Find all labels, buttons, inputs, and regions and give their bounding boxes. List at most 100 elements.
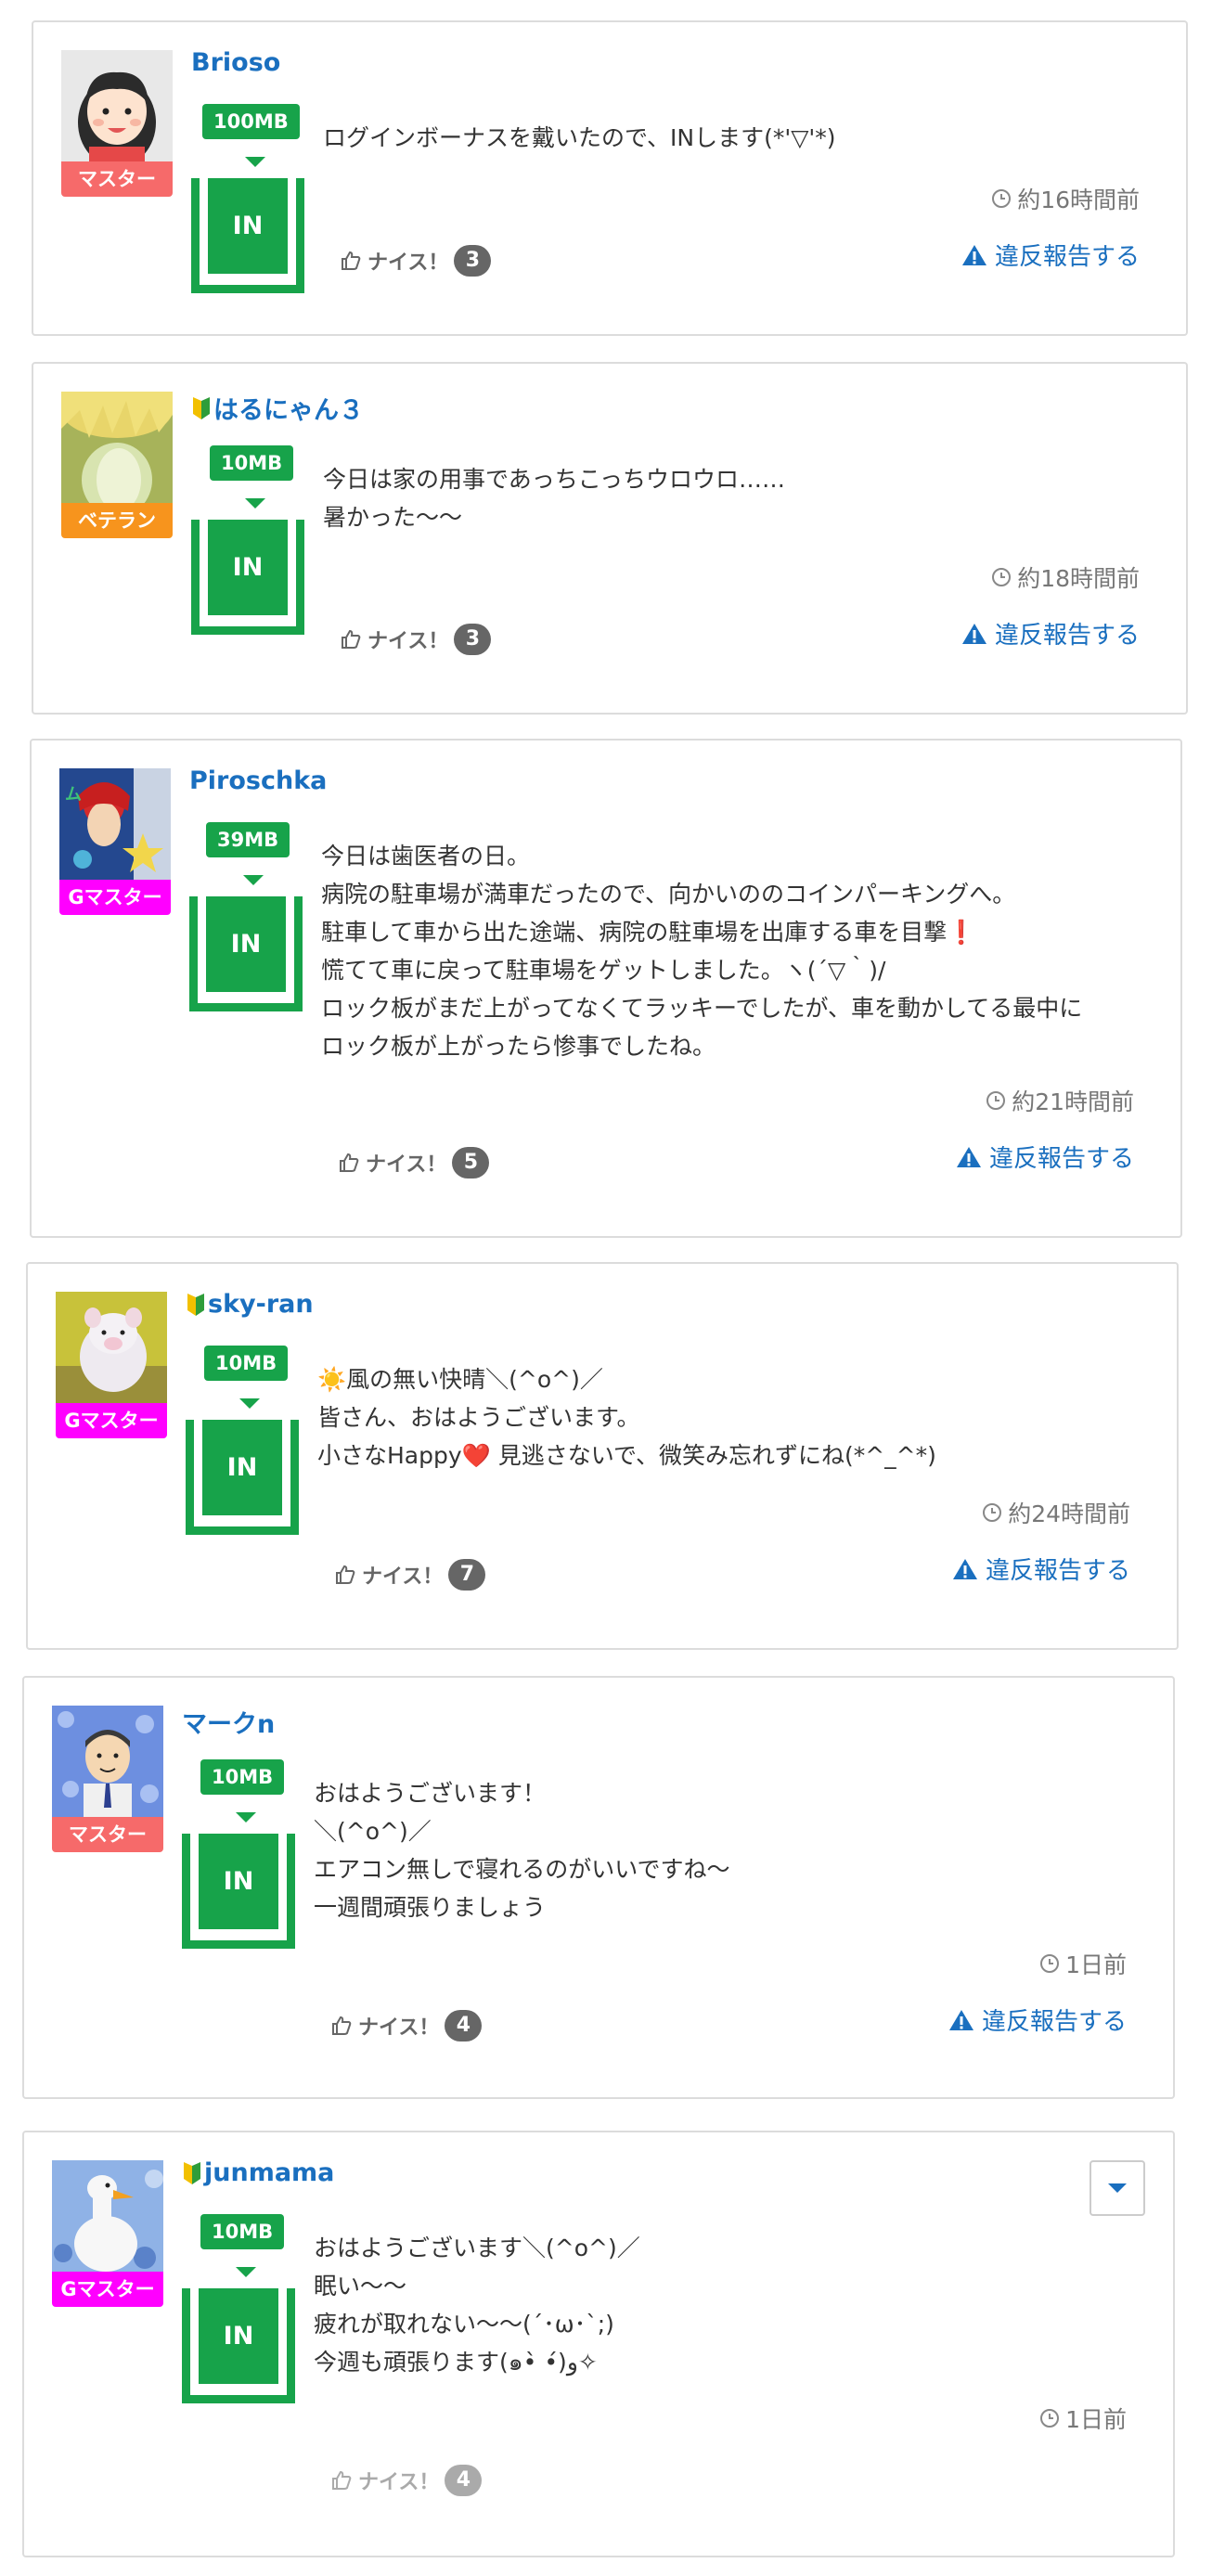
warning-icon [956, 1146, 981, 1167]
message-line: ロック板が上がったら惨事でしたね。 [321, 1033, 716, 1060]
avatar[interactable]: Gマスター [56, 1292, 167, 1438]
timestamp: 約21時間前 [986, 1084, 1134, 1117]
in-label: IN [208, 178, 288, 274]
post-card: Gマスター junmama 10MB IN おはようございます＼(^o^)／ 眠… [22, 2131, 1175, 2557]
warning-icon [948, 2009, 973, 2030]
user-name-text[interactable]: junmama [204, 2158, 334, 2187]
nice-button[interactable]: ナイス！ 3 [340, 624, 492, 655]
in-label: IN [199, 1834, 278, 1929]
user-name-text[interactable]: マークn [182, 1704, 275, 1740]
rank-badge: マスター [52, 1817, 163, 1852]
in-status: IN [182, 1834, 295, 1949]
report-link[interactable]: 違反報告する [961, 238, 1140, 272]
user-name[interactable]: Piroschka [189, 766, 327, 795]
message-line: ☀️風の無い快晴＼(^o^)／ [317, 1366, 603, 1393]
message-line: 小さなHappy❤️ 見逃さないで、微笑み忘れずにね(*^_^*) [317, 1442, 936, 1469]
rank-badge: ベテラン [61, 503, 173, 538]
time-text: 約18時間前 [1017, 565, 1140, 592]
timestamp: 約18時間前 [991, 560, 1140, 594]
user-name-text[interactable]: Brioso [191, 48, 280, 77]
options-dropdown-button[interactable] [1090, 2160, 1145, 2216]
thumbs-up-icon [342, 251, 361, 270]
avatar[interactable]: マスター [61, 50, 173, 197]
user-name[interactable]: junmama [182, 2158, 334, 2187]
time-text: 約24時間前 [1008, 1501, 1130, 1527]
down-arrow-icon [245, 157, 265, 167]
nice-count: 3 [454, 245, 492, 277]
rank-badge: Gマスター [56, 1403, 167, 1438]
time-text: 1日前 [1065, 1951, 1127, 1978]
report-link[interactable]: 違反報告する [961, 616, 1140, 650]
nice-label: ナイス！ [362, 1565, 444, 1589]
avatar[interactable]: マスター [52, 1706, 163, 1852]
message-line: ログインボーナスを戴いたので、INします(*'▽'*) [323, 124, 836, 151]
in-status: IN [186, 1420, 299, 1535]
message-line: ＼(^o^)／ [314, 1818, 432, 1845]
message-line: 一週間頑張りましょう [314, 1894, 547, 1921]
rank-badge: Gマスター [59, 880, 171, 915]
warning-icon [952, 1558, 977, 1579]
in-label: IN [208, 520, 288, 615]
thumbs-up-icon [332, 2470, 352, 2490]
warning-icon [961, 623, 986, 644]
avatar[interactable]: ム Gマスター [59, 768, 171, 915]
user-name-text[interactable]: はるにゃん３ [213, 390, 364, 426]
nice-button[interactable]: ナイス！ 4 [330, 2010, 483, 2041]
time-text: 約21時間前 [1012, 1088, 1134, 1115]
message-line: ロック板がまだ上がってなくてラッキーでしたが、車を動かしてる最中に [321, 995, 1083, 1022]
post-card: マスター マークn 10MB IN おはようございます！ ＼(^o^)／ エアコ… [22, 1676, 1175, 2099]
nice-button[interactable]: ナイス！ 7 [334, 1559, 486, 1591]
post-card: Gマスター sky-ran 10MB IN ☀️風の無い快晴＼(^o^)／ 皆さ… [26, 1262, 1179, 1650]
mb-badge: 10MB [200, 2214, 285, 2249]
user-name[interactable]: Brioso [191, 48, 280, 77]
mb-badge: 10MB [200, 1759, 285, 1795]
in-label: IN [206, 896, 286, 992]
user-name[interactable]: マークn [182, 1704, 275, 1740]
report-label[interactable]: 違反報告する [995, 238, 1140, 272]
nice-button[interactable]: ナイス！ 5 [338, 1147, 490, 1179]
message-line: 疲れが取れない〜〜(´･ω･`;) [314, 2311, 614, 2338]
clock-icon [1040, 2409, 1060, 2428]
down-arrow-icon [239, 1398, 260, 1409]
message-line: 慌てて車に戻って駐車場をゲットしました。ヽ(´▽｀)/ [321, 957, 886, 984]
user-name[interactable]: はるにゃん３ [191, 390, 364, 426]
time-text: 約16時間前 [1017, 187, 1140, 213]
timestamp: 約24時間前 [982, 1496, 1130, 1529]
user-name-text[interactable]: sky-ran [208, 1290, 314, 1319]
report-label[interactable]: 違反報告する [995, 616, 1140, 650]
rank-badge: Gマスター [52, 2272, 163, 2307]
report-link[interactable]: 違反報告する [952, 1552, 1130, 1586]
post-card: ム Gマスター Piroschka 39MB IN 今日は歯医者の日。 病院の駐… [30, 739, 1182, 1238]
in-status: IN [189, 896, 303, 1011]
report-label[interactable]: 違反報告する [989, 1140, 1134, 1174]
report-link[interactable]: 違反報告する [948, 2003, 1127, 2037]
nice-count: 4 [445, 2465, 483, 2496]
down-arrow-icon [243, 875, 264, 885]
clock-icon [1040, 1954, 1060, 1973]
report-link[interactable]: 違反報告する [956, 1140, 1134, 1174]
report-label[interactable]: 違反報告する [986, 1552, 1130, 1586]
nice-button[interactable]: ナイス！ 3 [340, 245, 492, 277]
message-line: 暑かった〜〜 [323, 504, 463, 531]
avatar[interactable]: Gマスター [52, 2160, 163, 2307]
nice-button[interactable]: ナイス！ 4 [330, 2465, 483, 2496]
user-name-text[interactable]: Piroschka [189, 766, 327, 795]
message-body: 今日は歯医者の日。 病院の駐車場が満車だったので、向かいののコインパーキングへ。… [321, 837, 1134, 1065]
post-card: ベテラン はるにゃん３ 10MB IN 今日は家の用事であっちこっちウロウロ……… [32, 362, 1188, 715]
message-line: 今日は家の用事であっちこっちウロウロ…… [323, 466, 786, 493]
in-label: IN [202, 1420, 282, 1515]
mb-badge: 10MB [204, 1346, 289, 1381]
message-body: ログインボーナスを戴いたので、INします(*'▽'*) [323, 119, 1140, 157]
nice-label: ナイス！ [358, 2471, 440, 2494]
user-name[interactable]: sky-ran [186, 1290, 314, 1319]
report-label[interactable]: 違反報告する [982, 2003, 1127, 2037]
message-body: 今日は家の用事であっちこっちウロウロ…… 暑かった〜〜 [323, 460, 1140, 536]
beginner-mark-icon [187, 1293, 204, 1316]
avatar[interactable]: ベテラン [61, 392, 173, 538]
in-status: IN [182, 2288, 295, 2403]
clock-icon [983, 1503, 1002, 1522]
clock-icon [992, 189, 1012, 208]
post-card: マスター Brioso 100MB IN ログインボーナスを戴いたので、INしま… [32, 20, 1188, 336]
thumbs-up-icon [336, 1565, 355, 1584]
thumbs-up-icon [342, 629, 361, 649]
